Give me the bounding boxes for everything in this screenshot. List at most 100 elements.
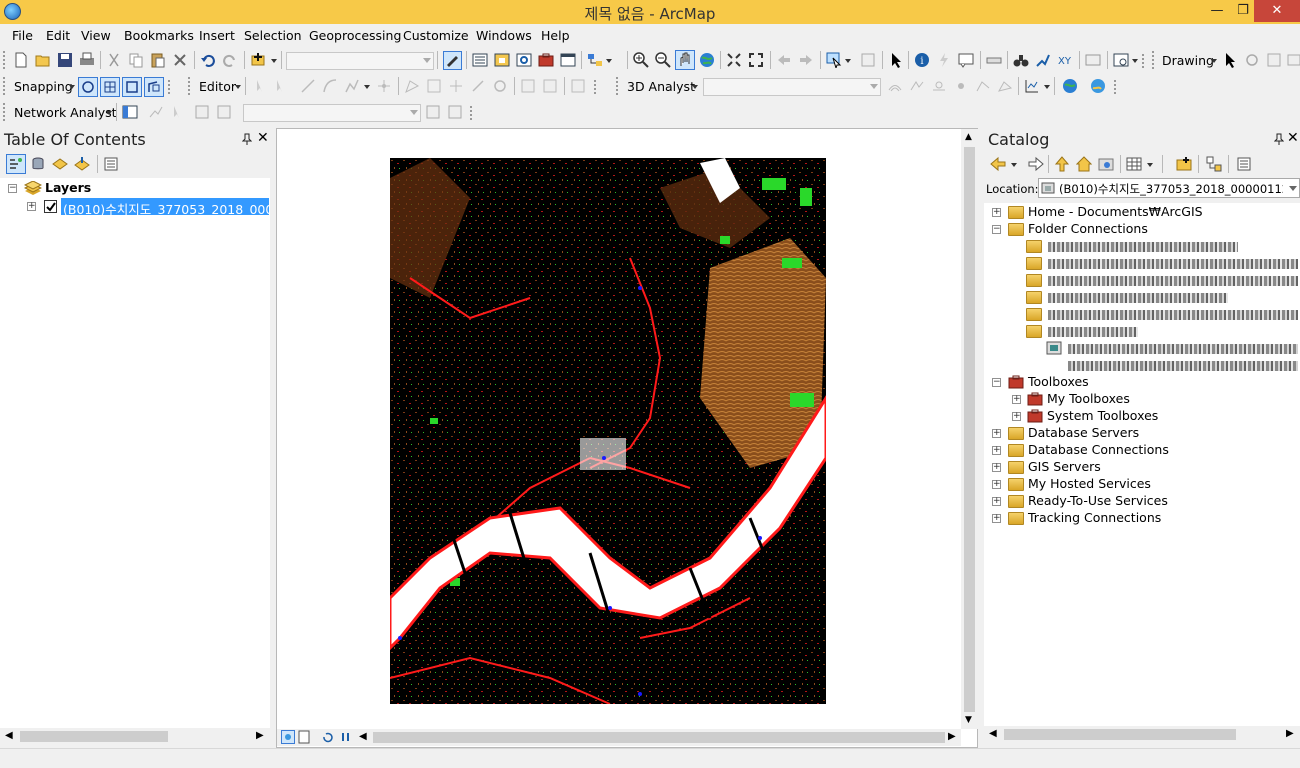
views-dropdown[interactable] bbox=[1147, 163, 1153, 167]
toc-scroll-thumb[interactable] bbox=[20, 731, 168, 742]
toggle-contents-panel-icon[interactable] bbox=[1206, 156, 1222, 172]
create-features-icon[interactable] bbox=[570, 78, 586, 94]
folder-connections-collapse-toggle[interactable]: − bbox=[992, 225, 1001, 234]
catalog-item-database-connections[interactable]: Database Connections bbox=[1028, 442, 1169, 457]
undo-icon[interactable] bbox=[200, 52, 216, 68]
scroll-up-icon[interactable]: ▲ bbox=[965, 132, 972, 142]
catalog-horizontal-scrollbar[interactable]: ◀ ▶ bbox=[984, 726, 1300, 743]
point-snapping-icon[interactable] bbox=[78, 77, 98, 97]
html-popup-icon[interactable] bbox=[958, 52, 974, 68]
open-folder-icon[interactable] bbox=[35, 52, 51, 68]
zoom-out-icon[interactable] bbox=[655, 52, 671, 68]
editor-toolbar-icon[interactable] bbox=[443, 51, 462, 70]
interpolate-line-icon[interactable] bbox=[975, 78, 991, 94]
menu-help[interactable]: Help bbox=[541, 28, 570, 43]
toolbar-grip[interactable] bbox=[616, 77, 619, 95]
ready-to-use-services-expand-toggle[interactable]: + bbox=[992, 497, 1001, 506]
toolbar-grip[interactable] bbox=[1114, 80, 1117, 94]
profile-graph-icon[interactable] bbox=[1024, 78, 1040, 94]
select-move-location-icon[interactable] bbox=[170, 104, 186, 120]
map-hscroll-thumb[interactable] bbox=[373, 732, 945, 743]
table-of-contents-icon[interactable] bbox=[472, 52, 488, 68]
pause-drawing-icon[interactable] bbox=[339, 730, 353, 744]
build-network-icon[interactable] bbox=[216, 104, 232, 120]
list-by-drawing-order-icon[interactable] bbox=[6, 154, 26, 174]
toolbar-grip[interactable] bbox=[1142, 54, 1145, 68]
line-of-sight-icon[interactable] bbox=[931, 78, 947, 94]
map-scale-combo[interactable] bbox=[286, 52, 434, 70]
pan-hand-icon[interactable] bbox=[675, 50, 695, 70]
model-builder-icon[interactable] bbox=[587, 52, 603, 68]
edge-snapping-icon[interactable] bbox=[144, 77, 164, 97]
add-data-icon[interactable] bbox=[250, 52, 266, 68]
map-vertical-scrollbar[interactable]: ▲ ▼ bbox=[961, 129, 978, 729]
toc-pin-icon[interactable] bbox=[242, 133, 252, 145]
edit-tool-icon[interactable] bbox=[252, 78, 268, 94]
profile-dropdown[interactable] bbox=[1044, 85, 1050, 89]
interpolate-point-icon[interactable] bbox=[953, 78, 969, 94]
network-analyst-dropdown[interactable] bbox=[106, 111, 112, 115]
directions-window-icon[interactable] bbox=[194, 104, 210, 120]
catalog-item-folder-connections[interactable]: Folder Connections bbox=[1028, 221, 1148, 236]
connect-to-folder-icon[interactable] bbox=[1176, 156, 1192, 172]
layers-collapse-toggle[interactable]: − bbox=[8, 184, 17, 193]
zoom-in-icon[interactable] bbox=[633, 52, 649, 68]
menu-selection[interactable]: Selection bbox=[244, 28, 302, 43]
attributes-icon[interactable] bbox=[520, 78, 536, 94]
menu-windows[interactable]: Windows bbox=[476, 28, 532, 43]
catalog-item-my-toolboxes[interactable]: My Toolboxes bbox=[1047, 391, 1130, 406]
layer-visibility-checkbox[interactable] bbox=[44, 200, 57, 213]
redacted-folder-connection[interactable] bbox=[1048, 293, 1228, 303]
new-rectangle-icon[interactable] bbox=[1286, 52, 1300, 68]
scroll-right-icon[interactable]: ▶ bbox=[256, 730, 264, 741]
new-document-icon[interactable] bbox=[13, 52, 29, 68]
redacted-folder-connection[interactable] bbox=[1048, 310, 1298, 320]
catalog-window-icon[interactable] bbox=[494, 52, 510, 68]
back-arrow-icon[interactable] bbox=[990, 156, 1006, 172]
solve-icon[interactable] bbox=[425, 104, 441, 120]
3d-analyst-dropdown[interactable] bbox=[692, 85, 698, 89]
menu-geoprocessing[interactable]: Geoprocessing bbox=[309, 28, 401, 43]
arcscene-globe-icon[interactable] bbox=[1062, 78, 1078, 94]
forward-arrow-icon[interactable] bbox=[1028, 156, 1044, 172]
identify-icon[interactable]: i bbox=[914, 52, 930, 68]
trace-icon[interactable] bbox=[344, 78, 360, 94]
system-toolboxes-expand-toggle[interactable]: + bbox=[1012, 412, 1021, 421]
data-view-icon[interactable] bbox=[281, 730, 295, 744]
home-expand-toggle[interactable]: + bbox=[992, 208, 1001, 217]
home-icon[interactable] bbox=[1076, 156, 1092, 172]
network-dataset-combo[interactable] bbox=[243, 104, 421, 122]
scroll-right-icon[interactable]: ▶ bbox=[1286, 728, 1294, 739]
menu-view[interactable]: View bbox=[81, 28, 111, 43]
catalog-item-system-toolboxes[interactable]: System Toolboxes bbox=[1047, 408, 1158, 423]
catalog-scroll-thumb[interactable] bbox=[1004, 729, 1236, 740]
rotate-icon[interactable] bbox=[1244, 52, 1260, 68]
my-toolboxes-expand-toggle[interactable]: + bbox=[1012, 395, 1021, 404]
toc-options-icon[interactable] bbox=[103, 156, 119, 172]
reshape-feature-icon[interactable] bbox=[426, 78, 442, 94]
redacted-geodatabase[interactable] bbox=[1068, 344, 1298, 354]
3d-analyst-menu[interactable]: 3D Analyst bbox=[627, 79, 695, 94]
hyperlink-icon[interactable] bbox=[936, 52, 952, 68]
end-point-arc-icon[interactable] bbox=[322, 78, 338, 94]
straight-segment-icon[interactable] bbox=[300, 78, 316, 94]
toolbar-grip[interactable] bbox=[168, 80, 171, 94]
toolbar-grip[interactable] bbox=[3, 51, 6, 69]
back-dropdown[interactable] bbox=[1011, 163, 1017, 167]
print-icon[interactable] bbox=[79, 52, 95, 68]
cut-icon[interactable] bbox=[106, 52, 122, 68]
find-binoculars-icon[interactable] bbox=[1013, 52, 1029, 68]
list-by-visibility-icon[interactable] bbox=[52, 156, 68, 172]
layer-expand-toggle[interactable]: + bbox=[27, 202, 36, 211]
catalog-options-icon[interactable] bbox=[1236, 156, 1252, 172]
tracking-connections-expand-toggle[interactable]: + bbox=[992, 514, 1001, 523]
toolboxes-collapse-toggle[interactable]: − bbox=[992, 378, 1001, 387]
up-one-level-icon[interactable] bbox=[1054, 156, 1070, 172]
map-vscroll-thumb[interactable] bbox=[964, 147, 975, 712]
scroll-right-icon[interactable]: ▶ bbox=[948, 731, 956, 742]
redacted-folder-connection[interactable] bbox=[1048, 327, 1138, 337]
forward-extent-icon[interactable] bbox=[798, 52, 814, 68]
delete-icon[interactable] bbox=[172, 52, 188, 68]
steepest-path-icon[interactable] bbox=[909, 78, 925, 94]
default-geodatabase-icon[interactable] bbox=[1098, 156, 1114, 172]
